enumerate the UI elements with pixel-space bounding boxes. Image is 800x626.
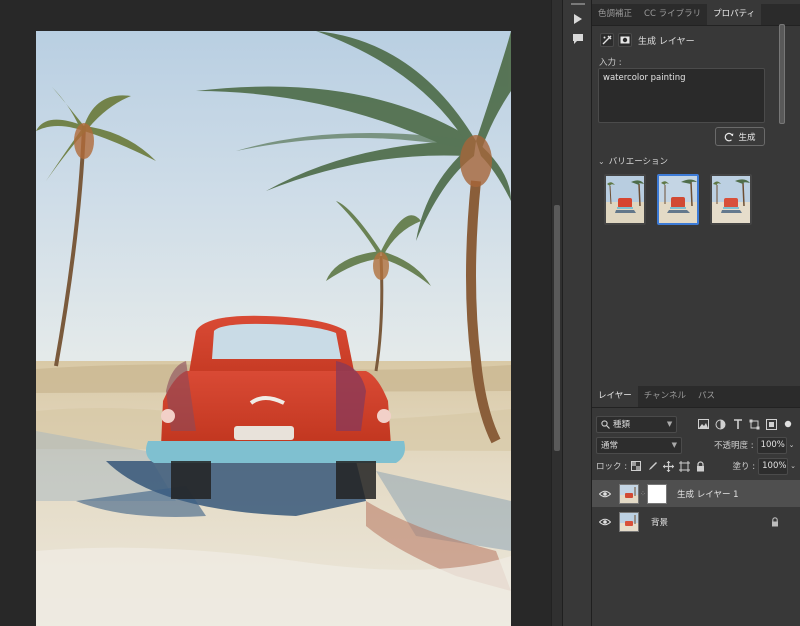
tab-cc-libraries[interactable]: CC ライブラリ: [638, 3, 707, 25]
variation-image: [712, 176, 750, 223]
lock-paint-icon[interactable]: [645, 459, 659, 473]
chevron-down-icon: ▼: [671, 441, 677, 449]
opacity-label: 不透明度 :: [714, 441, 754, 451]
generate-button[interactable]: 生成: [715, 127, 765, 146]
layer-filter-value: 種類: [613, 420, 631, 430]
prompt-input[interactable]: watercolor painting: [598, 68, 765, 123]
adjustment-filter-icon[interactable]: [713, 416, 728, 432]
layer-mask-thumbnail[interactable]: [647, 483, 667, 504]
mask-icon[interactable]: [618, 33, 632, 47]
smartobject-filter-icon[interactable]: [764, 416, 779, 432]
chevron-down-icon: ▼: [666, 420, 673, 428]
tab-paths[interactable]: パス: [692, 385, 721, 407]
lock-row: ロック : 塗り : 100% ⌄: [596, 456, 796, 476]
link-icon[interactable]: ⁘: [640, 490, 647, 498]
variation-thumbnail-2[interactable]: [657, 174, 699, 225]
play-icon[interactable]: [570, 11, 586, 27]
properties-title: 生成 レイヤー: [638, 36, 695, 47]
refresh-icon: [724, 132, 734, 142]
properties-scrollbar[interactable]: [771, 24, 785, 384]
lock-position-icon[interactable]: [661, 459, 675, 473]
variation-image: [606, 176, 644, 223]
shape-filter-icon[interactable]: [747, 416, 762, 432]
eye-icon[interactable]: [598, 487, 612, 501]
fill-value: 100%: [762, 461, 787, 471]
layer-filter-row: 種類 ▼: [596, 414, 796, 434]
chevron-down-icon: ⌄: [598, 156, 605, 166]
lock-all-icon[interactable]: [693, 459, 707, 473]
layer-row-generative[interactable]: ⁘ 生成 レイヤー 1: [592, 480, 800, 507]
search-icon: [601, 419, 610, 429]
tab-properties[interactable]: プロパティ: [707, 3, 762, 25]
canvas-scrollbar-thumb[interactable]: [554, 205, 560, 451]
layer-thumbnail-image: [620, 484, 638, 503]
panel-collapse-icon[interactable]: [570, 1, 586, 7]
panel-icon-strip: [562, 0, 592, 626]
photoshop-window: 色調補正 CC ライブラリ プロパティ 生成 レイヤー 入力 : waterco…: [0, 0, 800, 626]
chevron-down-icon[interactable]: ⌄: [789, 441, 795, 449]
layer-thumbnail: [619, 511, 639, 532]
generative-layer-icon[interactable]: [600, 33, 614, 47]
variation-image: [659, 176, 697, 223]
lock-label: ロック :: [596, 462, 628, 472]
variation-thumbnail-3[interactable]: [710, 174, 752, 225]
fill-input[interactable]: 100%: [758, 457, 789, 475]
comment-icon[interactable]: [570, 31, 586, 47]
generate-label: 生成: [738, 132, 756, 143]
right-panel: 色調補正 CC ライブラリ プロパティ 生成 レイヤー 入力 : waterco…: [592, 0, 800, 626]
variations-label: バリエーション: [608, 157, 669, 167]
blend-row: 通常 ▼ 不透明度 : 100% ⌄: [596, 435, 796, 455]
opacity-value: 100%: [760, 440, 785, 450]
tab-adjustments[interactable]: 色調補正: [592, 3, 638, 25]
lock-artboard-icon[interactable]: [677, 459, 691, 473]
blend-mode-select[interactable]: 通常 ▼: [596, 436, 682, 454]
tab-layers[interactable]: レイヤー: [592, 385, 638, 407]
fill-label: 塗り :: [732, 462, 756, 472]
layer-thumbnail-image: [620, 512, 638, 531]
eye-icon[interactable]: [598, 515, 612, 529]
layer-name[interactable]: 生成 レイヤー 1: [677, 488, 800, 500]
canvas-area[interactable]: [0, 0, 551, 626]
chevron-down-icon[interactable]: ⌄: [790, 462, 796, 470]
layers-tabbar: レイヤー チャンネル パス: [592, 385, 800, 408]
layer-row-background[interactable]: 背景: [592, 508, 800, 535]
canvas-scrollbar[interactable]: [551, 0, 562, 626]
variation-thumbnail-1[interactable]: [604, 174, 646, 225]
layer-name[interactable]: 背景: [651, 516, 770, 528]
layer-filter-select[interactable]: 種類 ▼: [596, 415, 678, 433]
variations-toggle[interactable]: ⌄ バリエーション: [598, 155, 669, 168]
tab-channels[interactable]: チャンネル: [638, 385, 692, 407]
watercolor-artwork: [36, 31, 511, 626]
layer-thumbnail: [619, 483, 639, 504]
lock-transparent-icon[interactable]: [629, 459, 643, 473]
properties-tabbar: 色調補正 CC ライブラリ プロパティ: [592, 3, 800, 26]
properties-scrollbar-thumb[interactable]: [779, 24, 785, 124]
document-canvas[interactable]: [36, 31, 511, 626]
blend-mode-value: 通常: [601, 441, 619, 451]
layers-list: ⁘ 生成 レイヤー 1 背景: [592, 477, 800, 626]
prompt-input-label: 入力 :: [599, 58, 622, 68]
type-filter-icon[interactable]: [730, 416, 745, 432]
opacity-input[interactable]: 100%: [756, 436, 787, 454]
lock-icon: [770, 516, 780, 527]
image-filter-icon[interactable]: [696, 416, 711, 432]
filter-toggle-icon[interactable]: [781, 416, 796, 432]
properties-header: 生成 レイヤー: [600, 31, 695, 49]
